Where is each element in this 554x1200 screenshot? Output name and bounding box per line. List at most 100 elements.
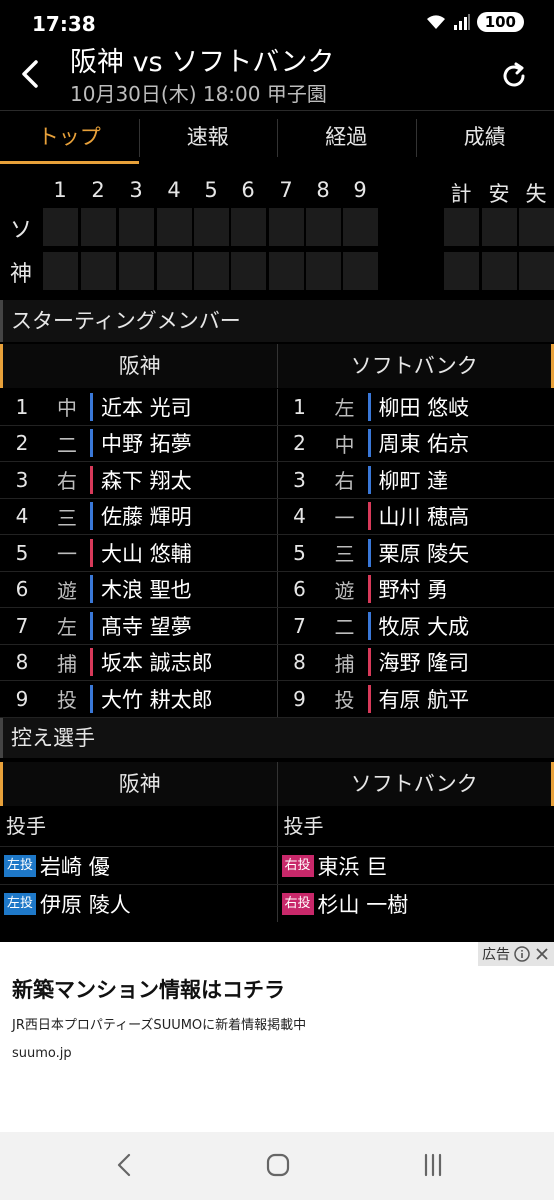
position: 右 <box>57 469 77 494</box>
player-name[interactable]: 牧原 大成 <box>379 611 470 641</box>
close-icon[interactable] <box>534 946 550 962</box>
player-name[interactable]: 周東 佑京 <box>379 428 470 458</box>
bat-hand-bar <box>367 648 371 677</box>
batting-order: 2 <box>15 431 29 456</box>
nav-recents-icon[interactable] <box>418 1150 448 1180</box>
position: 中 <box>57 396 77 421</box>
player-name[interactable]: 野村 勇 <box>379 574 449 604</box>
tab-progress[interactable]: 経過 <box>277 111 416 164</box>
player-name[interactable]: 坂本 誠志郎 <box>101 647 213 677</box>
bench-away-category: 投手 <box>283 814 324 838</box>
player-name[interactable]: 杉山 一樹 <box>318 889 409 919</box>
away-bench-player[interactable]: 右投 東浜 巨 <box>278 847 554 884</box>
game-title: 阪神 vs ソフトバンク <box>70 47 335 78</box>
away-player[interactable]: 3 右柳町 達 <box>278 462 554 498</box>
throw-hand-tag: 左投 <box>4 892 37 915</box>
away-player[interactable]: 4 一山川 穂高 <box>278 499 554 535</box>
player-name[interactable]: 佐藤 輝明 <box>101 501 192 531</box>
player-name[interactable]: 近本 光司 <box>101 392 192 422</box>
home-player[interactable]: 9 投大竹 耕太郎 <box>0 681 278 717</box>
back-icon[interactable] <box>14 56 46 92</box>
refresh-icon[interactable] <box>500 62 528 90</box>
total-cell <box>519 208 554 246</box>
home-player[interactable]: 1 中近本 光司 <box>0 389 278 425</box>
home-player[interactable]: 6 遊木浪 聖也 <box>0 571 278 607</box>
player-name[interactable]: 海野 隆司 <box>379 647 470 677</box>
home-player[interactable]: 5 一大山 悠輔 <box>0 535 278 571</box>
bat-hand-bar <box>367 392 371 421</box>
bench-away-team-label: ソフトバンク <box>277 762 554 806</box>
score-cell <box>81 252 116 290</box>
away-player[interactable]: 8 捕海野 隆司 <box>278 645 554 681</box>
status-icons: 100 <box>425 12 524 32</box>
away-player[interactable]: 9 投有原 航平 <box>278 681 554 717</box>
score-cell <box>157 208 192 246</box>
bat-hand-bar <box>367 538 371 567</box>
player-name[interactable]: 岩崎 優 <box>40 851 110 881</box>
inning-number: 6 <box>241 178 255 202</box>
player-name[interactable]: 髙寺 望夢 <box>101 611 192 641</box>
bat-hand-bar <box>90 502 93 531</box>
position: 三 <box>57 505 77 530</box>
ad-title[interactable]: 新築マンション情報はコチラ <box>12 974 285 1004</box>
score-cell <box>269 252 304 290</box>
player-name[interactable]: 木浪 聖也 <box>101 574 192 604</box>
tab-live[interactable]: 速報 <box>138 111 278 164</box>
player-name[interactable]: 伊原 陵人 <box>40 889 131 919</box>
player-name[interactable]: 大山 悠輔 <box>101 538 192 568</box>
home-player[interactable]: 3 右森下 翔太 <box>0 462 278 498</box>
player-name[interactable]: 山川 穂高 <box>379 501 470 531</box>
bat-hand-bar <box>90 538 93 567</box>
bat-hand-bar <box>367 611 371 640</box>
ad-label[interactable]: 広告 <box>478 942 554 966</box>
home-bench-player[interactable]: 左投 伊原 陵人 <box>0 885 278 922</box>
scoreboard-team: ソ <box>10 218 33 243</box>
info-icon[interactable] <box>514 946 530 962</box>
home-player[interactable]: 8 捕坂本 誠志郎 <box>0 644 278 680</box>
bat-hand-bar <box>367 502 371 531</box>
throw-hand-tag: 左投 <box>4 854 37 877</box>
batting-order: 4 <box>293 504 306 529</box>
player-name[interactable]: 大竹 耕太郎 <box>101 684 213 714</box>
lineup-row: 8 捕坂本 誠志郎 8 捕海野 隆司 <box>0 644 554 681</box>
position: 遊 <box>57 578 77 603</box>
player-name[interactable]: 東浜 巨 <box>318 851 388 881</box>
score-cell <box>343 252 378 290</box>
away-bench-player[interactable]: 右投 杉山 一樹 <box>278 885 554 922</box>
score-cell <box>119 252 154 290</box>
score-cell <box>81 208 116 246</box>
status-time: 17:38 <box>32 12 96 36</box>
total-header: 安 <box>488 182 510 206</box>
position: 中 <box>334 432 355 457</box>
away-player[interactable]: 7 二牧原 大成 <box>278 608 554 644</box>
player-name[interactable]: 柳町 達 <box>379 465 449 495</box>
player-name[interactable]: 森下 翔太 <box>101 465 192 495</box>
nav-home-icon[interactable] <box>263 1150 293 1180</box>
away-player[interactable]: 1 左柳田 悠岐 <box>278 389 554 425</box>
throw-hand-tag: 右投 <box>281 854 314 877</box>
position: 左 <box>57 615 77 640</box>
player-name[interactable]: 柳田 悠岐 <box>379 392 470 422</box>
player-name[interactable]: 中野 拓夢 <box>101 428 192 458</box>
position: 一 <box>334 505 355 530</box>
player-name[interactable]: 有原 航平 <box>379 684 470 714</box>
lineup-row: 9 投大竹 耕太郎 9 投有原 航平 <box>0 681 554 718</box>
inning-number: 5 <box>204 178 218 202</box>
away-player[interactable]: 2 中周東 佑京 <box>278 426 554 462</box>
ad-banner[interactable]: 広告 新築マンション情報はコチラ JR西日本プロパティーズSUUMOに新着情報掲… <box>0 942 554 1132</box>
throw-hand-tag: 右投 <box>281 892 314 915</box>
tab-stats[interactable]: 成績 <box>415 111 554 164</box>
ad-url[interactable]: suumo.jp <box>12 1046 72 1061</box>
away-player[interactable]: 5 三栗原 陵矢 <box>278 535 554 571</box>
score-cell <box>43 252 78 290</box>
player-name[interactable]: 栗原 陵矢 <box>379 538 470 568</box>
home-player[interactable]: 2 二中野 拓夢 <box>0 425 278 461</box>
home-bench-player[interactable]: 左投 岩崎 優 <box>0 847 278 884</box>
nav-back-icon[interactable] <box>110 1150 140 1180</box>
home-player[interactable]: 4 三佐藤 輝明 <box>0 498 278 534</box>
position: 一 <box>57 542 77 567</box>
away-player[interactable]: 6 遊野村 勇 <box>278 572 554 608</box>
tab-top[interactable]: トップ <box>0 111 139 164</box>
home-player[interactable]: 7 左髙寺 望夢 <box>0 608 278 644</box>
bench-home-team-label: 阪神 <box>0 762 278 806</box>
